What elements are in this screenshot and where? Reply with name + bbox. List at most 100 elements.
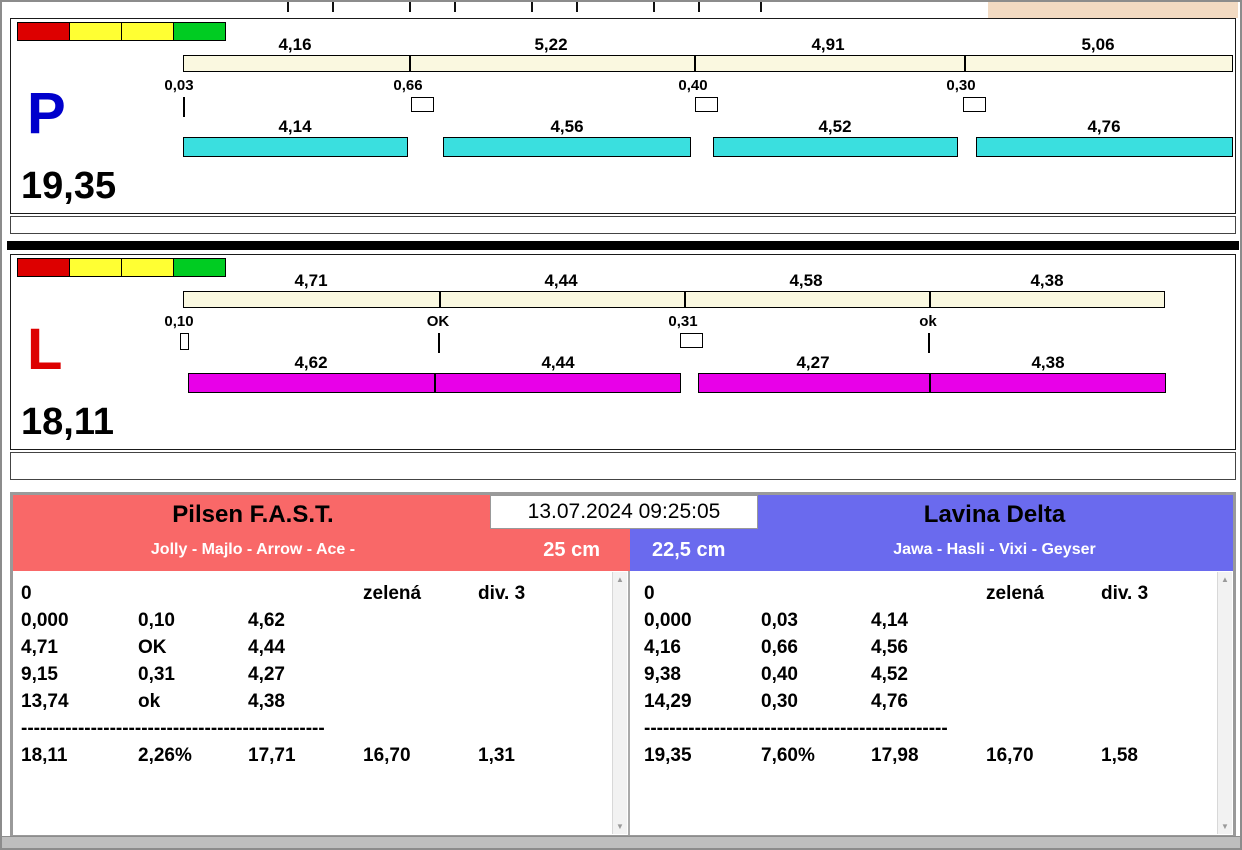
start-light-yellow-2 <box>121 258 174 277</box>
results-section: Pilsen F.A.S.T. Jolly - Majlo - Arrow - … <box>10 492 1236 838</box>
leg-time: 4,62 <box>248 610 363 632</box>
crossing-delta-label: 0,10 <box>139 313 219 330</box>
start-light-red <box>17 258 70 277</box>
jump-height-left: 25 cm <box>543 537 600 563</box>
crossing-delta: OK <box>138 637 248 659</box>
total-time: 18,11 <box>21 745 138 767</box>
split-checkbox[interactable] <box>680 333 703 348</box>
split-checkbox[interactable] <box>411 97 434 112</box>
percent-value: 2,26% <box>138 745 248 767</box>
dog-leg-bar <box>713 137 958 157</box>
penalty-count: 0 <box>21 583 138 605</box>
team-name-right: Lavina Delta <box>755 500 1234 532</box>
background-window-tick <box>454 2 456 12</box>
cumulative-time: 14,29 <box>644 691 761 713</box>
scrollbar[interactable]: ▲ ▼ <box>1217 572 1232 834</box>
result-row: 4,16 0,66 4,56 <box>644 634 1213 661</box>
bar-divider <box>964 55 966 72</box>
dog-leg-bar <box>698 373 1166 393</box>
cumulative-time: 4,71 <box>21 637 138 659</box>
lane-panel-p: 4,16 5,22 4,91 5,06 0,03 0,66 0,40 0,30 … <box>10 18 1236 214</box>
summary-value: 17,98 <box>871 745 986 767</box>
cumulative-time: 9,38 <box>644 664 761 686</box>
background-window-tick <box>287 2 289 12</box>
scroll-down-icon[interactable]: ▼ <box>616 819 624 834</box>
bar-divider <box>434 373 436 393</box>
start-light-green <box>173 258 226 277</box>
result-row: 0,000 0,10 4,62 <box>21 607 608 634</box>
background-window-fragment <box>988 2 1238 18</box>
leg-time: 4,38 <box>248 691 363 713</box>
bar-divider <box>929 373 931 393</box>
bar-divider <box>929 291 931 308</box>
result-grid-right: 0 zelená div. 3 0,000 0,03 4,14 4,16 0,6… <box>630 571 1233 769</box>
crossing-delta: 0,40 <box>761 664 871 686</box>
dog-leg-bar <box>188 373 681 393</box>
summary-row: 18,11 2,26% 17,71 16,70 1,31 <box>21 742 608 769</box>
crossing-delta: 0,31 <box>138 664 248 686</box>
cumulative-time: 0,000 <box>644 610 761 632</box>
background-window-tick <box>698 2 700 12</box>
bar-divider <box>409 55 411 72</box>
leg-time-label: 4,38 <box>1002 271 1092 291</box>
leg-time-label: 4,38 <box>1003 353 1093 373</box>
jump-height-right: 22,5 cm <box>652 537 725 563</box>
crossing-delta-label: 0,31 <box>643 313 723 330</box>
split-marker-box[interactable] <box>180 333 189 350</box>
result-row: 13,74 ok 4,38 <box>21 688 608 715</box>
cumulative-time: 0,000 <box>21 610 138 632</box>
crossing-delta: 0,30 <box>761 691 871 713</box>
leg-time: 4,14 <box>871 610 986 632</box>
split-checkbox[interactable] <box>963 97 986 112</box>
card-color: zelená <box>363 583 478 605</box>
leg-time: 4,76 <box>871 691 986 713</box>
bar-divider <box>694 55 696 72</box>
leg-time-label: 4,58 <box>761 271 851 291</box>
dog-leg-bar <box>443 137 691 157</box>
lane-panel-l: 4,71 4,44 4,58 4,38 0,10 OK 0,31 ok L 4,… <box>10 254 1236 450</box>
result-row: 0,000 0,03 4,14 <box>644 607 1213 634</box>
scroll-down-icon[interactable]: ▼ <box>1221 819 1229 834</box>
start-light-yellow-1 <box>69 22 122 41</box>
start-light-yellow-2 <box>121 22 174 41</box>
result-status-row: 0 zelená div. 3 <box>21 580 608 607</box>
lane-letter-p: P <box>27 85 66 143</box>
result-panels: 0 zelená div. 3 0,000 0,10 4,62 4,71 OK … <box>13 571 1233 835</box>
scroll-up-icon[interactable]: ▲ <box>616 572 624 587</box>
leg-time-label: 4,91 <box>783 35 873 55</box>
team-lineup-right: Jawa - Hasli - Vixi - Geyser <box>755 537 1234 567</box>
background-window-tick <box>576 2 578 12</box>
background-window-tick <box>760 2 762 12</box>
lane-divider <box>7 241 1239 250</box>
bar-divider <box>684 291 686 308</box>
scroll-up-icon[interactable]: ▲ <box>1221 572 1229 587</box>
crossing-delta-label: 0,66 <box>368 77 448 94</box>
card-color: zelená <box>986 583 1101 605</box>
result-row: 9,38 0,40 4,52 <box>644 661 1213 688</box>
lane-total-l: 18,11 <box>21 403 114 441</box>
crossing-delta: 0,03 <box>761 610 871 632</box>
split-checkbox[interactable] <box>695 97 718 112</box>
race-progress-bar <box>183 55 1233 72</box>
leg-time-label: 4,16 <box>250 35 340 55</box>
team-lineup-left: Jolly - Majlo - Arrow - Ace - <box>13 537 493 567</box>
summary-value: 17,71 <box>248 745 363 767</box>
summary-value: 16,70 <box>363 745 478 767</box>
result-panel-left: 0 zelená div. 3 0,000 0,10 4,62 4,71 OK … <box>13 571 630 835</box>
summary-value: 16,70 <box>986 745 1101 767</box>
summary-value: 1,58 <box>1101 745 1213 767</box>
total-time: 19,35 <box>644 745 761 767</box>
cumulative-time: 4,16 <box>644 637 761 659</box>
result-row: 14,29 0,30 4,76 <box>644 688 1213 715</box>
leg-time-label: 5,06 <box>1053 35 1143 55</box>
datetime-display: 13.07.2024 09:25:05 <box>490 495 758 529</box>
penalty-count: 0 <box>644 583 761 605</box>
cumulative-time: 9,15 <box>21 664 138 686</box>
start-light-green <box>173 22 226 41</box>
background-window-tick <box>409 2 411 12</box>
timing-app-window: 4,16 5,22 4,91 5,06 0,03 0,66 0,40 0,30 … <box>0 0 1242 850</box>
leg-time-label: 4,71 <box>266 271 356 291</box>
scrollbar[interactable]: ▲ ▼ <box>612 572 627 834</box>
crossing-delta: 0,10 <box>138 610 248 632</box>
team-name-left: Pilsen F.A.S.T. <box>13 500 493 532</box>
